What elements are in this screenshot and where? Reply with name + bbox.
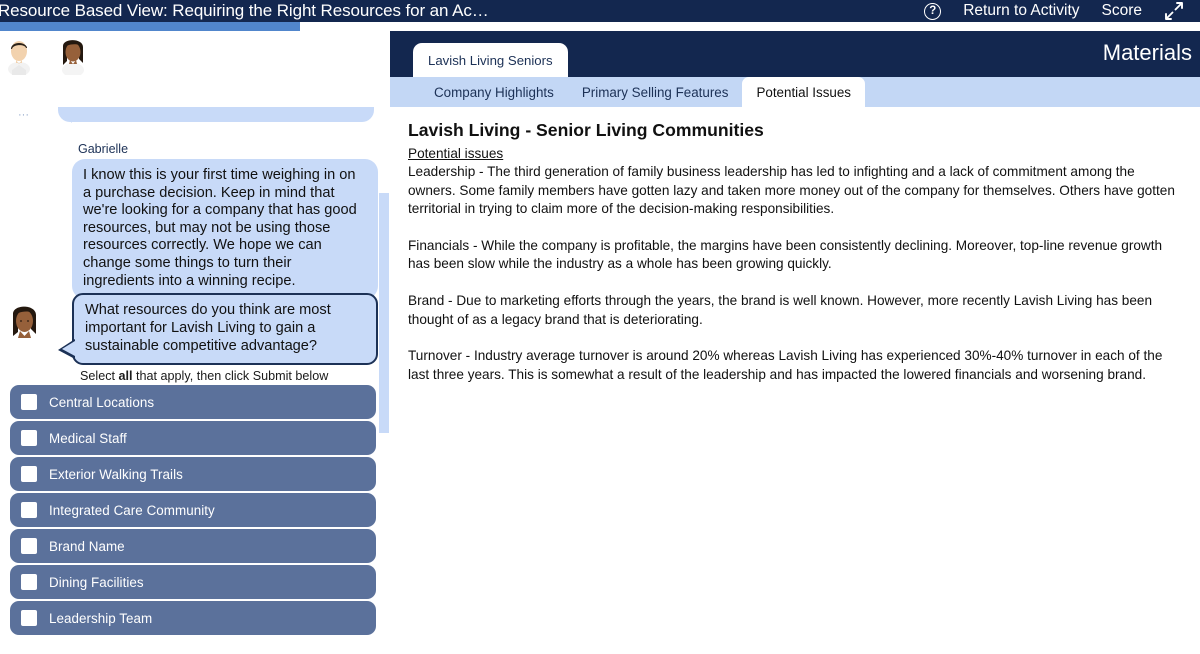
checkbox-icon[interactable] — [21, 502, 37, 518]
subtab-label: Potential Issues — [756, 84, 851, 100]
page-title: Resource Based View: Requiring the Right… — [0, 1, 489, 20]
option-label: Central Locations — [49, 394, 155, 410]
message-bubble: I know this is your first time weighing … — [72, 159, 378, 300]
document-body: Lavish Living - Senior Living Communitie… — [390, 107, 1200, 385]
avatar-dark-female-icon — [58, 37, 88, 75]
hint-suffix: that apply, then click Submit below — [132, 369, 329, 383]
option-label: Integrated Care Community — [49, 502, 215, 518]
option-label: Dining Facilities — [49, 574, 144, 590]
subtab-label: Primary Selling Features — [581, 84, 729, 100]
avatar-dark-female-icon — [8, 303, 41, 347]
option-label: Brand Name — [49, 538, 125, 554]
checkbox-icon[interactable] — [21, 538, 37, 554]
checkbox-icon[interactable] — [21, 394, 37, 410]
subtab-company-highlights[interactable]: Company Highlights — [420, 77, 568, 107]
materials-header: Lavish Living Seniors Materials — [390, 31, 1200, 77]
option-row[interactable]: Medical Staff — [10, 421, 376, 455]
options-list: Central Locations Medical Staff Exterior W… — [10, 385, 376, 635]
checkbox-icon[interactable] — [21, 574, 37, 590]
help-icon[interactable]: ? — [924, 2, 942, 20]
option-row[interactable]: Leadership Team — [10, 601, 376, 635]
checkbox-icon[interactable] — [21, 430, 37, 446]
chat-panel: ··· Gabrielle I know this is your first … — [0, 31, 390, 654]
document-paragraph: Brand - Due to marketing efforts through… — [408, 292, 1153, 327]
progress-bar-fill — [0, 22, 300, 31]
checkbox-icon[interactable] — [21, 610, 37, 626]
document-paragraph: Turnover - Industry average turnover is … — [408, 348, 1163, 382]
option-label: Exterior Walking Trails — [49, 466, 183, 482]
document-heading: Lavish Living - Senior Living Communitie… — [408, 120, 764, 140]
document-paragraphs: Leadership - The third generation of fam… — [408, 163, 1182, 384]
document-paragraph: Financials - While the company is profit… — [408, 237, 1163, 272]
option-row[interactable]: Integrated Care Community — [10, 493, 376, 527]
chat-scrollbar[interactable] — [378, 31, 390, 654]
return-to-activity-link[interactable]: Return to Activity — [963, 2, 1079, 20]
progress-bar-track — [0, 22, 1200, 31]
document-tab-label: Lavish Living Seniors — [428, 52, 553, 68]
option-label: Medical Staff — [49, 430, 127, 446]
option-label: Leadership Team — [49, 610, 153, 626]
question-text: What resources do you think are most imp… — [85, 302, 331, 354]
avatars-row — [4, 37, 88, 75]
app-root: Resource Based View: Requiring the Right… — [0, 0, 1200, 654]
top-bar: Resource Based View: Requiring the Right… — [0, 0, 1200, 22]
hint-prefix: Select — [80, 369, 119, 383]
message-speaker-name: Gabrielle — [78, 142, 129, 156]
question-bubble-wrap: What resources do you think are most imp… — [58, 293, 378, 366]
select-instructions: Select all that apply, then click Submit… — [80, 369, 328, 383]
document-subheading: Potential issues — [408, 146, 504, 161]
option-row[interactable]: Central Locations — [10, 385, 376, 419]
bubble-tail-fill — [62, 341, 75, 357]
chat-scrollbar-thumb[interactable] — [379, 193, 389, 433]
expand-arrows-icon[interactable] — [1164, 1, 1184, 21]
checkbox-icon[interactable] — [21, 466, 37, 482]
subtab-label: Company Highlights — [434, 84, 554, 100]
document-tab-lavish-living-seniors[interactable]: Lavish Living Seniors — [413, 43, 568, 77]
hint-bold: all — [118, 369, 133, 383]
avatar-light-male-icon — [4, 37, 34, 75]
bubble-tail — [58, 110, 72, 123]
document-paragraph: Leadership - The third generation of fam… — [408, 164, 1175, 217]
score-link[interactable]: Score — [1102, 2, 1143, 20]
materials-title: Materials — [1102, 40, 1192, 65]
scroll-clip-indicator: ··· — [18, 109, 29, 121]
question-bubble: What resources do you think are most imp… — [58, 293, 378, 366]
option-row[interactable]: Dining Facilities — [10, 565, 376, 599]
option-row[interactable]: Brand Name — [10, 529, 376, 563]
option-row[interactable]: Exterior Walking Trails — [10, 457, 376, 491]
topbar-actions: ? Return to Activity Score — [924, 1, 1188, 21]
subtab-potential-issues[interactable]: Potential Issues — [742, 77, 865, 107]
clipped-message-bubble — [58, 107, 374, 123]
materials-subtab-bar: Company Highlights Primary Selling Featur… — [390, 77, 1200, 107]
subtab-primary-selling-features[interactable]: Primary Selling Features — [568, 77, 743, 107]
materials-panel: Lavish Living Seniors Materials Company … — [390, 31, 1200, 654]
